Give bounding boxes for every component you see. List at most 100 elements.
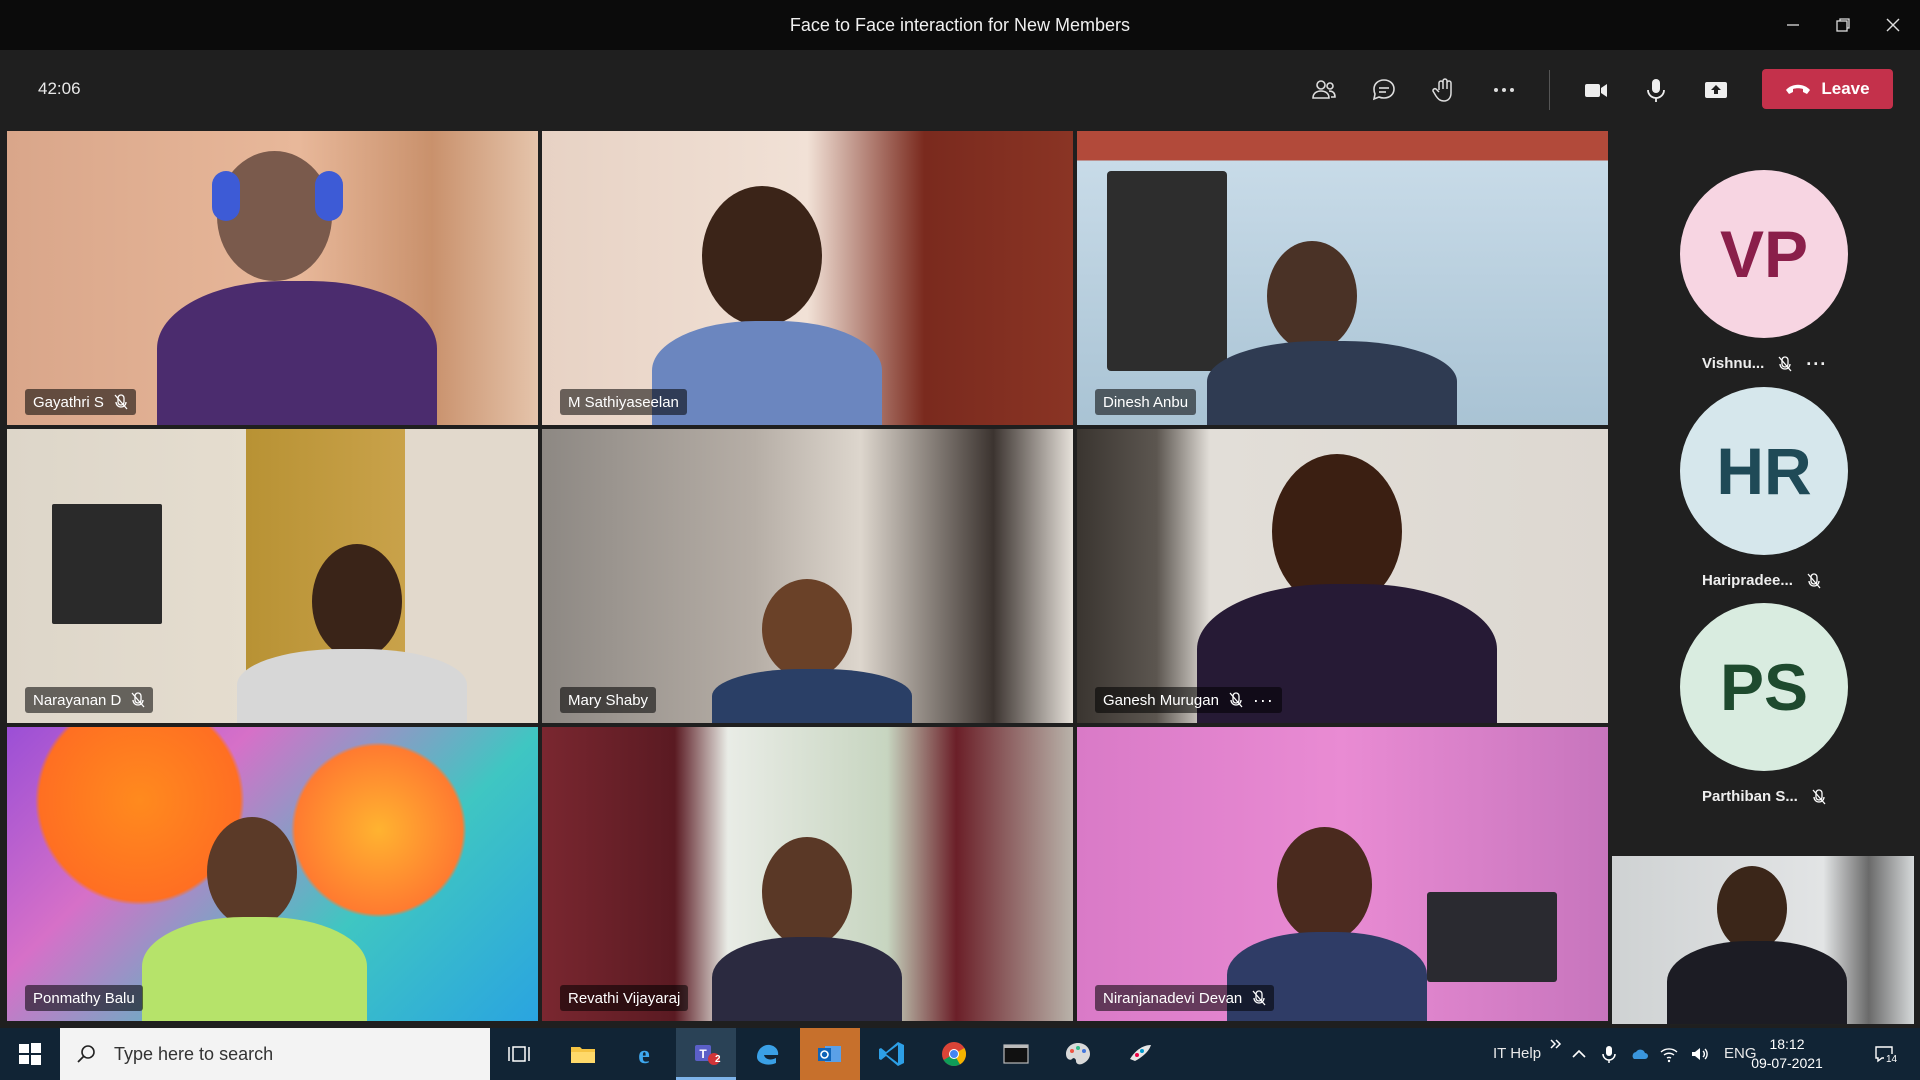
taskbar-search-box[interactable]: Type here to search (60, 1028, 490, 1080)
participants-button[interactable] (1304, 70, 1344, 110)
participant-card[interactable]: VP Vishnu... ··· (1610, 130, 1920, 373)
meeting-toolbar: 42:06 Leave (0, 50, 1920, 130)
minimize-button[interactable] (1770, 0, 1816, 50)
double-chevron-icon (1550, 1039, 1562, 1049)
mic-off-icon (1229, 692, 1243, 708)
taskbar-clock[interactable]: 18:12 09-07-2021 (1745, 1035, 1829, 1073)
video-tile-active-speaker[interactable]: Ponmathy Balu (7, 727, 538, 1021)
meeting-timer: 42:06 (38, 79, 81, 98)
microphone-button[interactable] (1636, 70, 1676, 110)
participant-name: Niranjanadevi Devan (1103, 989, 1243, 1007)
participant-name: Ponmathy Balu (33, 989, 135, 1007)
video-grid: Gayathri S M Sathiyaseelan Dinesh Anbu N… (0, 130, 1610, 1025)
paint-button[interactable] (1048, 1028, 1108, 1080)
search-placeholder: Type here to search (114, 1043, 274, 1064)
paint-palette-icon (1066, 1043, 1090, 1065)
participant-nameplate: Gayathri S (25, 389, 136, 415)
microphone-icon (1602, 1046, 1616, 1063)
close-button[interactable] (1870, 0, 1916, 50)
microphone-tray-button[interactable] (1598, 1042, 1620, 1066)
participant-nameplate: Revathi Vijayaraj (560, 985, 689, 1011)
mic-off-icon (1812, 788, 1826, 804)
terminal-button[interactable] (986, 1028, 1046, 1080)
participant-nameplate: Narayanan D (25, 687, 154, 713)
edge-icon (757, 1044, 779, 1065)
onedrive-button[interactable] (1628, 1042, 1650, 1066)
participant-card[interactable]: HR Haripradee... (1610, 347, 1920, 589)
video-tile[interactable]: Mary Shaby (542, 429, 1073, 723)
more-icon (1494, 88, 1514, 92)
vscode-icon (879, 1042, 904, 1066)
participant-nameplate: Ponmathy Balu (25, 985, 143, 1011)
mic-off-icon (114, 394, 128, 410)
close-icon (1886, 18, 1900, 32)
cloud-icon (1632, 1049, 1648, 1059)
video-tile[interactable]: M Sathiyaseelan (542, 131, 1073, 425)
video-tile[interactable]: Gayathri S (7, 131, 538, 425)
show-hidden-icons-button[interactable] (1568, 1042, 1590, 1066)
leave-label: Leave (1821, 79, 1870, 98)
share-screen-button[interactable] (1696, 70, 1736, 110)
windows-taskbar: Type here to search e T 2 IT Help ENG 18… (0, 1028, 1920, 1080)
tray-overflow-button[interactable] (1545, 1032, 1567, 1056)
outlook-button[interactable] (800, 1028, 860, 1080)
chrome-button[interactable] (924, 1028, 984, 1080)
teams-button[interactable]: T 2 (676, 1028, 736, 1080)
participant-name: Parthiban S... (1702, 788, 1798, 805)
leave-button[interactable]: Leave (1762, 69, 1893, 109)
chat-icon (1372, 79, 1395, 101)
network-button[interactable] (1658, 1042, 1680, 1066)
video-tile[interactable]: Dinesh Anbu (1077, 131, 1608, 425)
terminal-icon (1003, 1044, 1029, 1064)
reactions-button[interactable] (1424, 70, 1464, 110)
file-explorer-button[interactable] (553, 1028, 613, 1080)
participant-name: Revathi Vijayaraj (568, 989, 681, 1007)
microphone-icon (1647, 79, 1665, 102)
self-video-preview[interactable] (1612, 856, 1914, 1024)
teams-badge: 2 (715, 1054, 721, 1065)
camera-icon (1585, 84, 1607, 97)
edge-button[interactable] (738, 1028, 798, 1080)
restore-icon (1836, 18, 1850, 32)
speaker-icon (1692, 1048, 1708, 1060)
vscode-button[interactable] (862, 1028, 922, 1080)
windows-logo-icon (19, 1043, 41, 1065)
notification-count: 14 (1884, 1054, 1900, 1065)
people-icon (1312, 80, 1336, 99)
search-icon (77, 1045, 95, 1063)
restore-button[interactable] (1820, 0, 1866, 50)
task-view-button[interactable] (490, 1028, 550, 1080)
internet-explorer-button[interactable]: e (614, 1028, 674, 1080)
participant-nameplate: Ganesh Murugan ··· (1095, 687, 1282, 713)
chrome-icon (942, 1042, 967, 1067)
wifi-icon (1660, 1048, 1678, 1063)
internet-explorer-icon: e (638, 1040, 650, 1069)
hang-up-icon (1786, 84, 1811, 94)
participant-nameplate: Mary Shaby (560, 687, 657, 713)
participant-nameplate: M Sathiyaseelan (560, 389, 687, 415)
task-view-icon (508, 1046, 530, 1062)
chat-button[interactable] (1364, 70, 1404, 110)
start-button[interactable] (0, 1028, 60, 1080)
camera-button[interactable] (1576, 70, 1616, 110)
avatar: HR (1680, 387, 1848, 555)
participant-name: Dinesh Anbu (1103, 393, 1189, 411)
svg-text:e: e (638, 1040, 650, 1069)
paint3d-button[interactable] (1110, 1028, 1170, 1080)
tray-label[interactable]: IT Help (1493, 1045, 1541, 1062)
notifications-button[interactable]: 14 (1868, 1042, 1900, 1066)
video-tile[interactable]: Ganesh Murugan ··· (1077, 429, 1608, 723)
clock-date: 09-07-2021 (1751, 1055, 1823, 1071)
svg-text:T: T (699, 1047, 707, 1061)
participant-card[interactable]: PS Parthiban S... (1610, 563, 1920, 805)
participant-name: Gayathri S (33, 393, 104, 411)
volume-button[interactable] (1688, 1042, 1710, 1066)
participant-name: M Sathiyaseelan (568, 393, 679, 411)
video-tile[interactable]: Niranjanadevi Devan (1077, 727, 1608, 1021)
participant-more-options[interactable]: ··· (1253, 691, 1274, 709)
participant-name: Ganesh Murugan (1103, 691, 1219, 709)
video-tile[interactable]: Narayanan D (7, 429, 538, 723)
more-actions-button[interactable] (1484, 70, 1524, 110)
window-title: Face to Face interaction for New Members (789, 15, 1131, 35)
video-tile-active-speaker[interactable]: Revathi Vijayaraj (542, 727, 1073, 1021)
